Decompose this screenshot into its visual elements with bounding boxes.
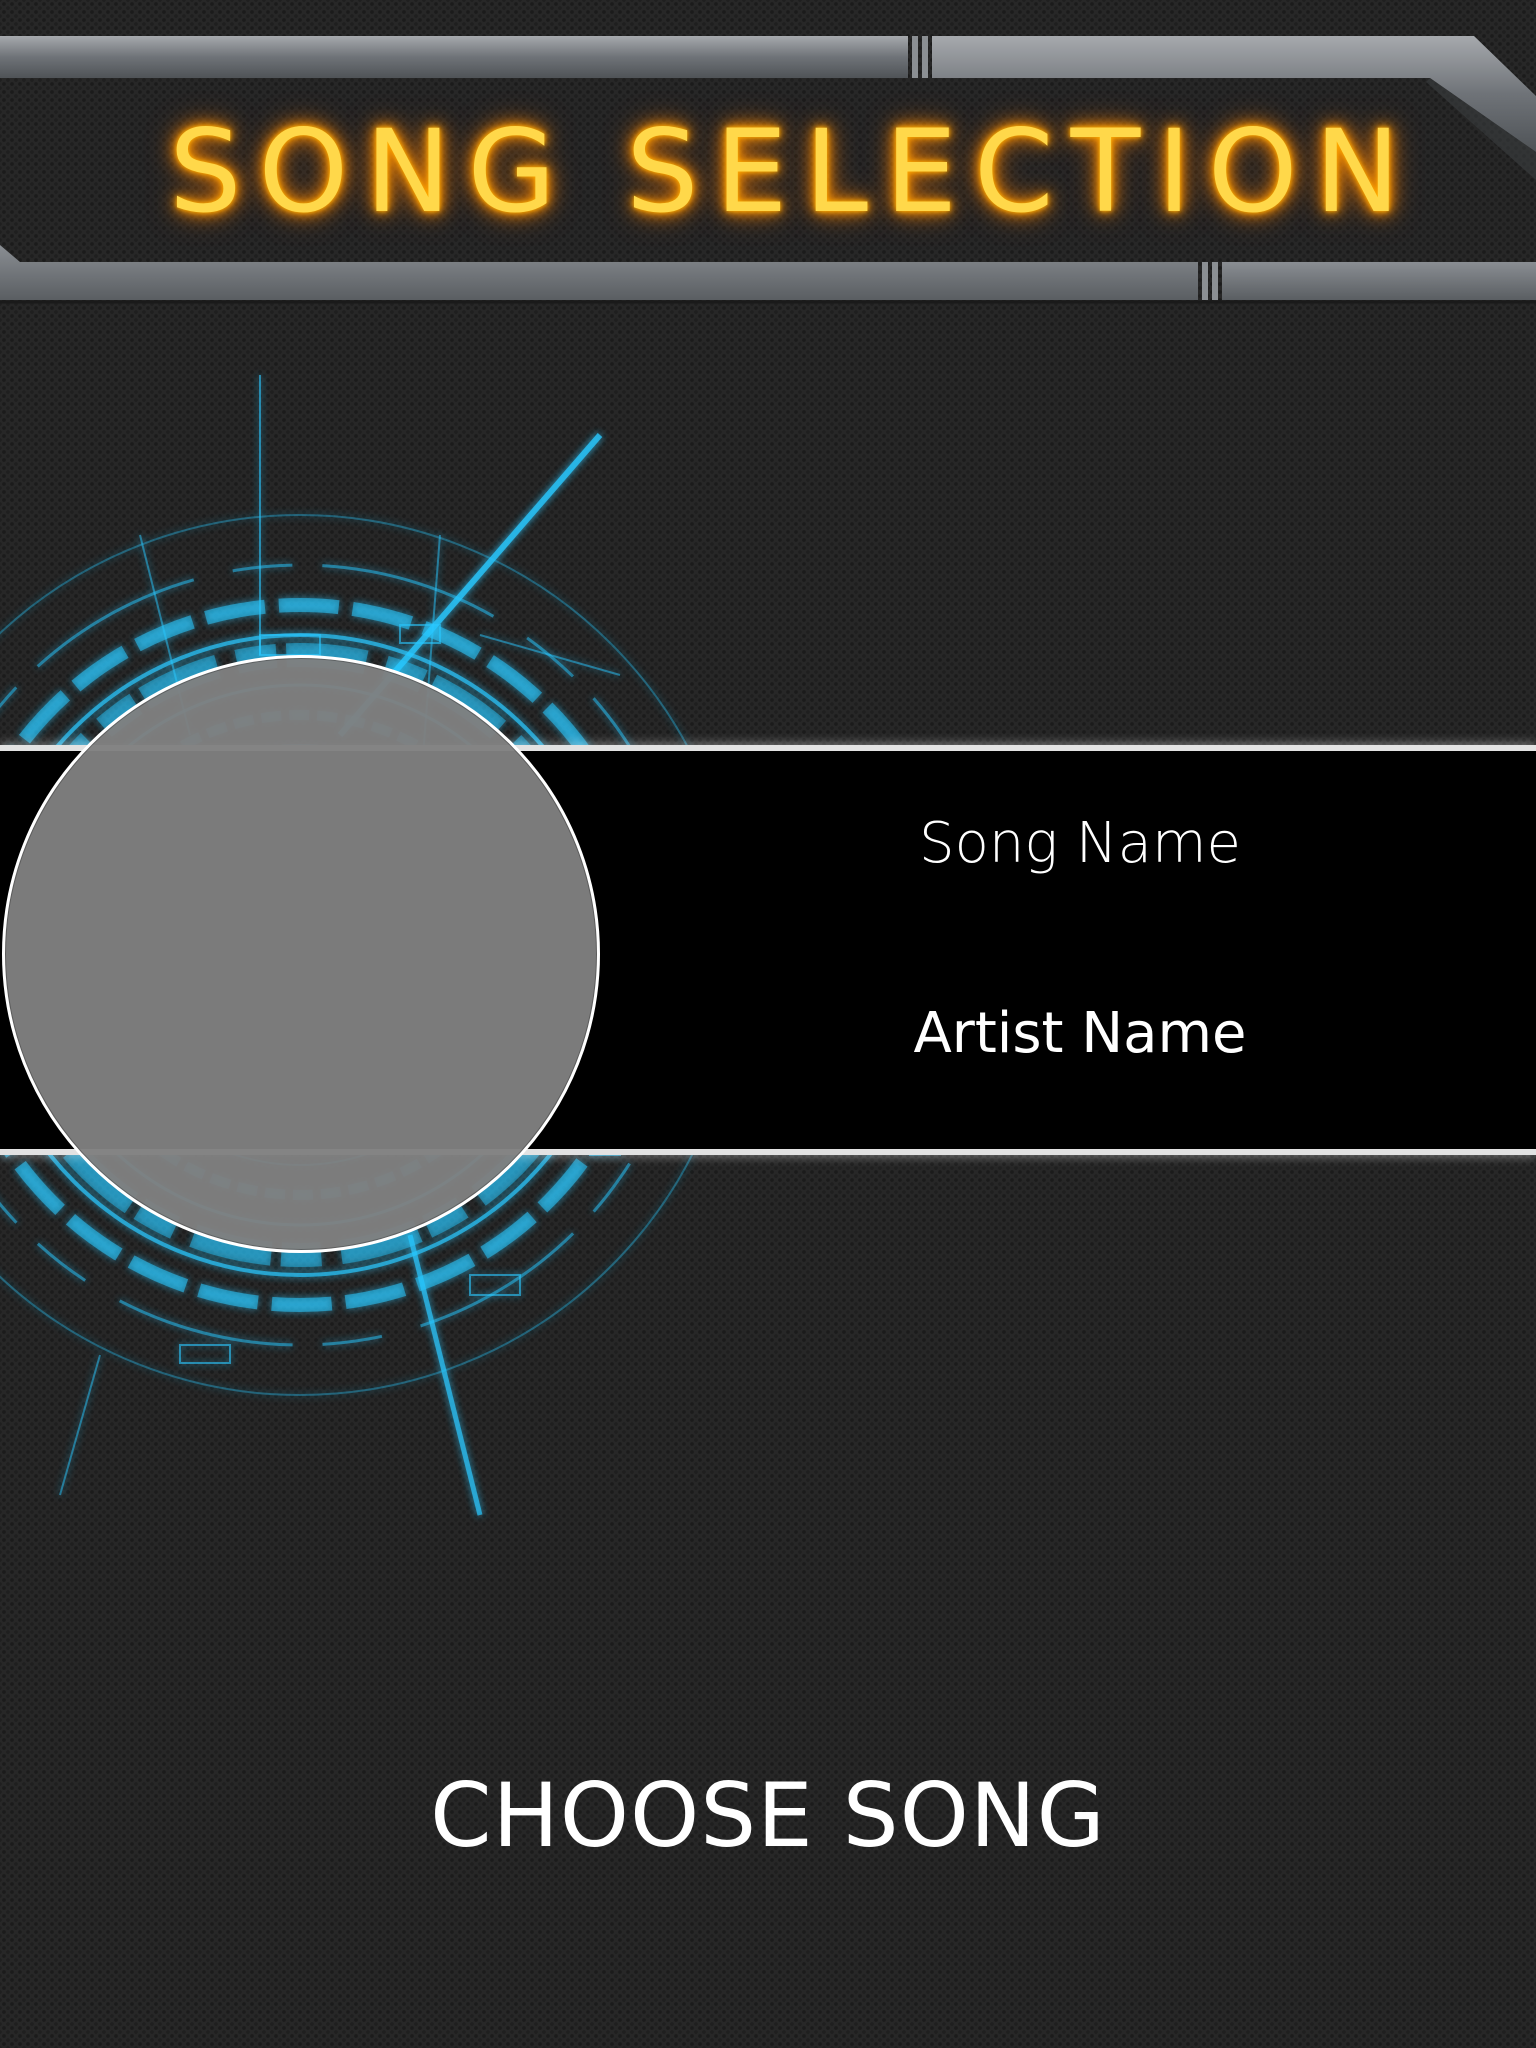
header-bar: SONG SELECTION xyxy=(0,0,1536,310)
page-title: SONG SELECTION xyxy=(169,105,1417,238)
album-art-placeholder xyxy=(2,655,600,1253)
choose-song-button[interactable]: CHOOSE SONG xyxy=(0,1755,1536,1875)
choose-song-label: CHOOSE SONG xyxy=(430,1763,1106,1867)
artist-name: Artist Name xyxy=(913,1001,1247,1066)
song-name: Song Name xyxy=(919,811,1241,876)
